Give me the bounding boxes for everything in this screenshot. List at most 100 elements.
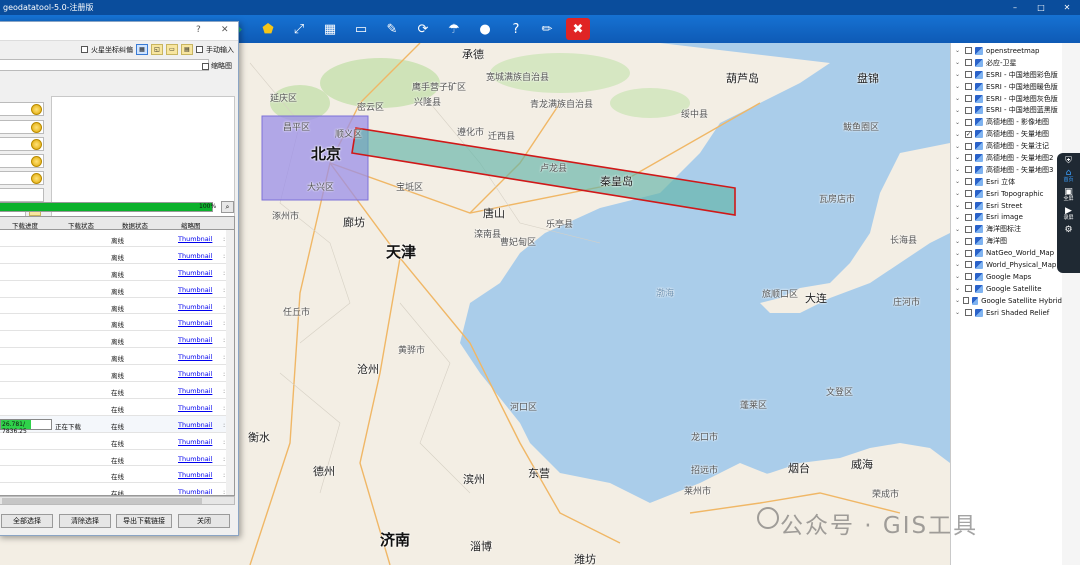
thumbnail-link[interactable]: Thumbnail [178, 286, 212, 294]
thumbnail-link[interactable]: Thumbnail [178, 370, 212, 378]
tools-icon[interactable]: ✎ [380, 18, 404, 40]
table-vertical-scrollbar[interactable] [226, 230, 234, 495]
layer-item[interactable]: ⌄ 高德地图 - 影像地图 [951, 116, 1062, 128]
layer-checkbox[interactable] [965, 47, 972, 55]
expand-icon[interactable]: ⌄ [955, 238, 963, 245]
thumbnail-link[interactable]: Thumbnail [178, 319, 212, 327]
layer-checkbox[interactable] [965, 261, 972, 269]
help-icon[interactable]: ? [196, 25, 201, 35]
layer-checkbox[interactable] [965, 309, 972, 317]
table-row[interactable]: 离线 Thumbnail: [0, 264, 234, 281]
layer-item[interactable]: ⌄ ESRI - 中国地图灰色版 [951, 93, 1062, 105]
layer-checkbox[interactable] [965, 83, 972, 91]
form-field[interactable] [0, 137, 44, 151]
coin-icon[interactable] [31, 173, 42, 184]
refresh-icon[interactable]: ⟳ [411, 18, 435, 40]
layer-item[interactable]: ⌄ ESRI - 中国地图暖色版 [951, 81, 1062, 93]
expand-icon[interactable]: ⌄ [955, 143, 963, 150]
layer-checkbox[interactable] [965, 154, 972, 162]
layer-checkbox[interactable] [965, 118, 972, 126]
dock-camera[interactable]: ▶ 录屏 [1063, 207, 1073, 222]
expand-icon[interactable]: ⌄ [955, 190, 963, 197]
layer-checkbox[interactable] [965, 71, 972, 79]
table-row[interactable]: 离线 Thumbnail: [0, 314, 234, 332]
layer-item[interactable]: ⌄ 必应-卫星 [951, 57, 1062, 69]
thumbnail-link[interactable]: Thumbnail [178, 438, 212, 446]
help-icon[interactable]: ? [504, 18, 528, 40]
thumbnail-link[interactable]: Thumbnail [178, 252, 212, 260]
select-all-button[interactable]: 全部选择 [1, 514, 53, 528]
table-row[interactable]: 在线 Thumbnail: [0, 483, 234, 495]
layer-checkbox[interactable] [965, 202, 972, 210]
layer-checkbox[interactable] [965, 59, 972, 67]
table-row[interactable]: 离线 Thumbnail: [0, 365, 234, 383]
upload-icon[interactable]: ☂ [442, 18, 466, 40]
layer-checkbox[interactable] [965, 190, 972, 198]
layer-item[interactable]: ⌄ World_Physical_Map [951, 259, 1062, 271]
select-icon[interactable]: ⤢ [287, 18, 311, 40]
dialog-close-icon[interactable]: ✕ [221, 25, 229, 35]
rectangle-icon[interactable]: ▭ [349, 18, 373, 40]
close-button[interactable]: 关闭 [178, 514, 230, 528]
table-row[interactable]: 离线 Thumbnail: [0, 298, 234, 315]
clear-selection-button[interactable]: 清除选择 [59, 514, 111, 528]
select-region-icon[interactable]: ▦ [136, 44, 148, 55]
layer-item[interactable]: ⌄ Esri Shaded Relief [951, 307, 1062, 319]
layer-item[interactable]: ⌄ ✓ 高德地图 - 矢量地图 [951, 128, 1062, 140]
layer-checkbox[interactable] [965, 285, 972, 293]
form-field[interactable] [0, 154, 44, 168]
layer-checkbox[interactable] [965, 95, 972, 102]
form-field[interactable] [0, 120, 44, 134]
table-row[interactable]: 离线 Thumbnail: [0, 348, 234, 366]
expand-icon[interactable]: ⌄ [955, 309, 963, 316]
expand-icon[interactable]: ⌄ [955, 47, 963, 54]
table-row[interactable]: 在线 Thumbnail: [0, 466, 234, 484]
expand-icon[interactable]: ⌄ [955, 273, 963, 280]
magnifier-icon[interactable]: ⌕ [221, 201, 234, 213]
layer-item[interactable]: ⌄ NatGeo_World_Map [951, 247, 1062, 259]
coin-icon[interactable] [31, 139, 42, 150]
export-links-button[interactable]: 导出下载链接 [116, 514, 172, 528]
grid-icon[interactable]: ▦ [318, 18, 342, 40]
thumbnail-link[interactable]: Thumbnail [178, 353, 212, 361]
pencil-icon[interactable]: ✏ [535, 18, 559, 40]
coin-icon[interactable] [31, 104, 42, 115]
thumbnail-link[interactable]: Thumbnail [178, 488, 212, 495]
expand-icon[interactable]: ⌄ [955, 261, 963, 268]
table-row[interactable]: 离线 Thumbnail: [0, 230, 234, 247]
select-field[interactable] [0, 188, 44, 202]
layer-item[interactable]: ⌄ 高德地图 - 矢量地图3 [951, 164, 1062, 176]
table-row[interactable]: 在线 Thumbnail: [0, 433, 234, 450]
layer-checkbox[interactable] [965, 249, 972, 257]
coin-icon[interactable] [31, 122, 42, 133]
open-folder-icon[interactable]: ▭ [166, 44, 178, 55]
layer-checkbox[interactable] [965, 142, 972, 150]
layer-item[interactable]: ⌄ Esri 立体 [951, 176, 1062, 188]
expand-icon[interactable]: ⌄ [955, 297, 961, 304]
layer-checkbox[interactable] [965, 213, 972, 221]
layer-item[interactable]: ⌄ ESRI - 中国地图彩色版 [951, 69, 1062, 81]
dock-home[interactable]: ⌂ 首页 [1063, 169, 1073, 184]
table-row[interactable]: 离线 Thumbnail: [0, 247, 234, 264]
table-row[interactable]: 离线 Thumbnail: [0, 331, 234, 349]
layer-item[interactable]: ⌄ 海洋图 [951, 235, 1062, 247]
expand-icon[interactable]: ⌄ [955, 131, 963, 138]
layer-item[interactable]: ⌄ Esri Street [951, 200, 1062, 212]
dock-screen[interactable]: ▣ 全屏 [1063, 188, 1073, 203]
minimize-icon[interactable]: – [1002, 0, 1028, 15]
layer-checkbox[interactable]: ✓ [965, 130, 972, 138]
layer-item[interactable]: ⌄ Google Satellite Hybrid [951, 295, 1062, 307]
thumbnail-link[interactable]: Thumbnail [178, 387, 212, 395]
layer-checkbox[interactable] [965, 225, 972, 233]
expand-icon[interactable]: ⌄ [955, 178, 963, 185]
layer-checkbox[interactable] [963, 297, 969, 305]
expand-icon[interactable]: ⌄ [955, 83, 963, 90]
coin-icon[interactable] [31, 156, 42, 167]
table-row[interactable]: 在线 Thumbnail: [0, 382, 234, 399]
thumbnail-link[interactable]: Thumbnail [178, 471, 212, 479]
expand-icon[interactable]: ⌄ [955, 59, 963, 66]
manual-input-checkbox[interactable] [196, 46, 203, 53]
user-icon[interactable]: ● [473, 18, 497, 40]
expand-icon[interactable]: ⌄ [955, 226, 963, 233]
table-row[interactable]: 在线 Thumbnail: [0, 399, 234, 416]
